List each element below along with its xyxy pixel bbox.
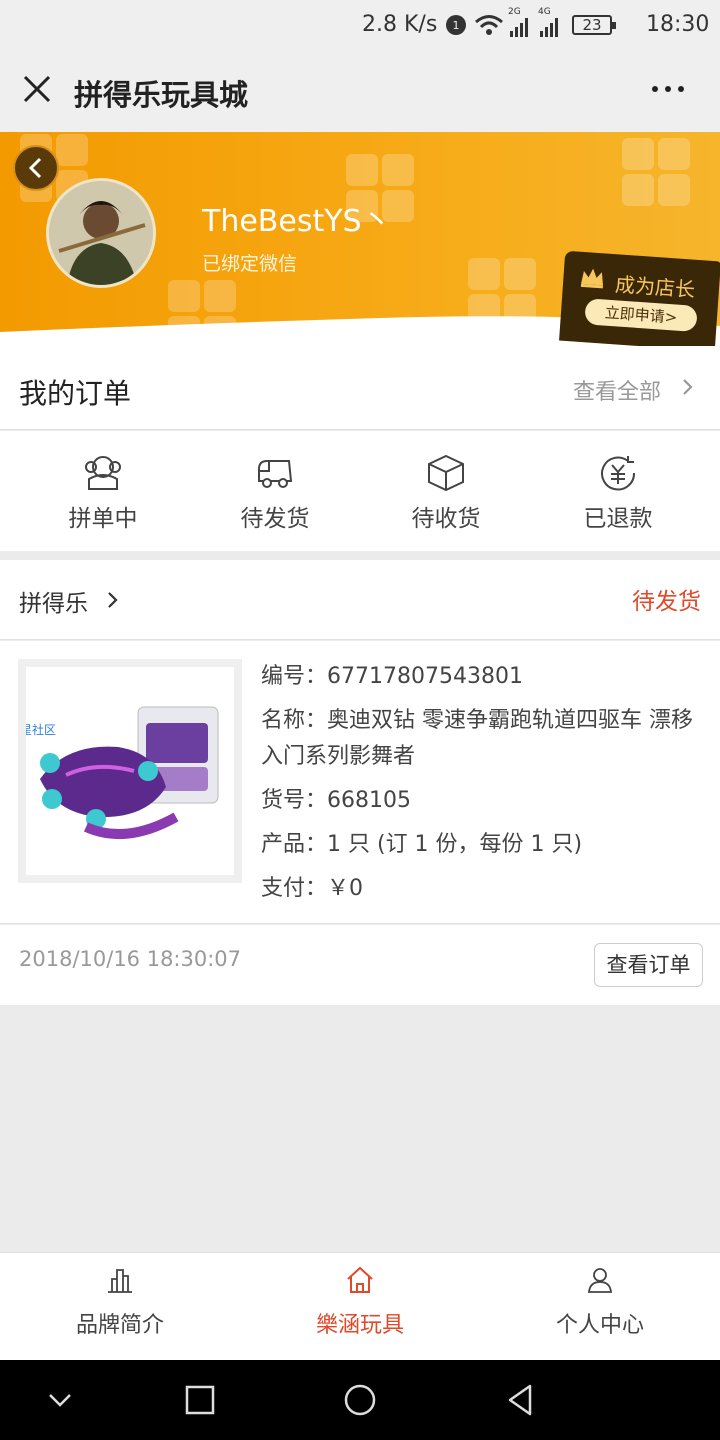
- product-quantity: 产品：1 只 (订 1 份，每份 1 只): [261, 832, 583, 857]
- toy-car-image: [26, 667, 234, 875]
- chevron-right-icon[interactable]: [680, 376, 696, 398]
- home-icon: [347, 1266, 373, 1293]
- status-refunded[interactable]: 已退款: [563, 453, 673, 533]
- title-bar: 拼得乐玩具城: [0, 50, 720, 132]
- svg-text:1: 1: [453, 19, 460, 32]
- puzzle-decoration-icon: [622, 138, 690, 206]
- signal-4g-label: 4G: [538, 7, 551, 17]
- bar-chart-icon: [108, 1269, 132, 1293]
- status-bar: 2.8 K/s 1 2G 4G 23 18:30: [0, 0, 720, 50]
- avatar[interactable]: [46, 178, 156, 288]
- order-status-grid: 拼单中 待发货 待收货 已退款: [0, 431, 720, 551]
- shopkeeper-title: 成为店长: [614, 272, 696, 302]
- nav-profile[interactable]: 个人中心: [480, 1265, 720, 1339]
- order-footer: 2018/10/16 18:30:07 查看订单: [0, 925, 720, 1005]
- signal-4g-icon: 4G: [538, 7, 558, 37]
- shop-name: 拼得乐: [19, 591, 88, 617]
- my-orders-title: 我的订单: [19, 377, 132, 410]
- nav-label: 樂涵玩具: [315, 1313, 404, 1338]
- battery-icon: 23: [572, 15, 616, 35]
- status-icons: 1 2G 4G 23: [444, 7, 616, 40]
- status-grouping[interactable]: 拼单中: [48, 453, 158, 533]
- wifi-icon: [475, 15, 503, 35]
- order-shop-row[interactable]: 拼得乐 待发货: [0, 560, 720, 640]
- truck-icon: [258, 460, 293, 488]
- item-number: 货号：668105: [261, 788, 411, 813]
- crown-icon: [580, 268, 603, 289]
- group-icon: [85, 456, 121, 490]
- avatar-image: [49, 181, 153, 285]
- nav-label: 品牌简介: [75, 1313, 164, 1338]
- my-orders-header: 我的订单 查看全部: [0, 346, 720, 430]
- nav-brand-intro[interactable]: 品牌简介: [0, 1265, 240, 1339]
- chevron-down-icon[interactable]: [42, 1382, 78, 1418]
- wechat-bind-status: 已绑定微信: [202, 253, 298, 275]
- system-nav-bar: [0, 1360, 720, 1440]
- clock: 18:30: [646, 12, 710, 37]
- order-status-badge: 待发货: [632, 589, 701, 615]
- view-all-link[interactable]: 查看全部: [573, 374, 661, 406]
- hd-icon: 1: [446, 15, 466, 35]
- order-date: 2018/10/16 18:30:07: [19, 947, 242, 971]
- back-triangle-icon[interactable]: [502, 1382, 538, 1418]
- view-order-button[interactable]: 查看订单: [594, 943, 703, 987]
- nav-label: 个人中心: [555, 1313, 644, 1338]
- page-title: 拼得乐玩具城: [74, 78, 249, 112]
- status-to-ship[interactable]: 待发货: [220, 453, 330, 533]
- chevron-left-icon: [28, 157, 42, 179]
- refund-icon: [601, 456, 636, 491]
- order-card[interactable]: 流星社区 编号：67717807543801 名称：奥迪双钻 零速争霸跑轨道四驱…: [0, 641, 720, 924]
- watermark: 流星社区: [26, 721, 57, 738]
- status-label: 待发货: [240, 506, 310, 532]
- status-label: 已退款: [583, 506, 653, 532]
- status-to-receive[interactable]: 待收货: [391, 453, 501, 533]
- signal-2g-icon: 2G: [508, 7, 528, 37]
- box-icon: [428, 454, 464, 492]
- signal-2g-label: 2G: [508, 7, 521, 17]
- bottom-nav: 品牌简介 樂涵玩具 个人中心: [0, 1252, 720, 1360]
- more-icon[interactable]: [648, 72, 688, 106]
- status-label: 拼单中: [68, 506, 138, 532]
- nav-home[interactable]: 樂涵玩具: [240, 1265, 480, 1339]
- username[interactable]: TheBestYS丶: [202, 196, 392, 240]
- close-icon[interactable]: [20, 72, 54, 106]
- order-info: 编号：67717807543801 名称：奥迪双钻 零速争霸跑轨道四驱车 漂移入…: [261, 659, 711, 907]
- order-number: 编号：67717807543801: [261, 664, 523, 689]
- product-image[interactable]: 流星社区: [18, 659, 242, 883]
- network-speed: 2.8 K/s: [362, 12, 438, 37]
- become-shopkeeper-badge[interactable]: 成为店长 立即申请>: [559, 250, 720, 352]
- user-icon: [588, 1268, 612, 1293]
- home-circle-icon[interactable]: [342, 1382, 378, 1418]
- back-button[interactable]: [13, 145, 59, 191]
- status-label: 待收货: [411, 506, 481, 532]
- username-text: TheBestYS丶: [202, 204, 392, 239]
- chevron-right-icon: [108, 592, 118, 608]
- payment-amount: 支付：￥0: [261, 876, 363, 901]
- recent-apps-icon[interactable]: [182, 1382, 218, 1418]
- apply-now-button[interactable]: 立即申请>: [584, 298, 698, 332]
- product-name: 名称：奥迪双钻 零速争霸跑轨道四驱车 漂移入门系列影舞者: [261, 708, 693, 769]
